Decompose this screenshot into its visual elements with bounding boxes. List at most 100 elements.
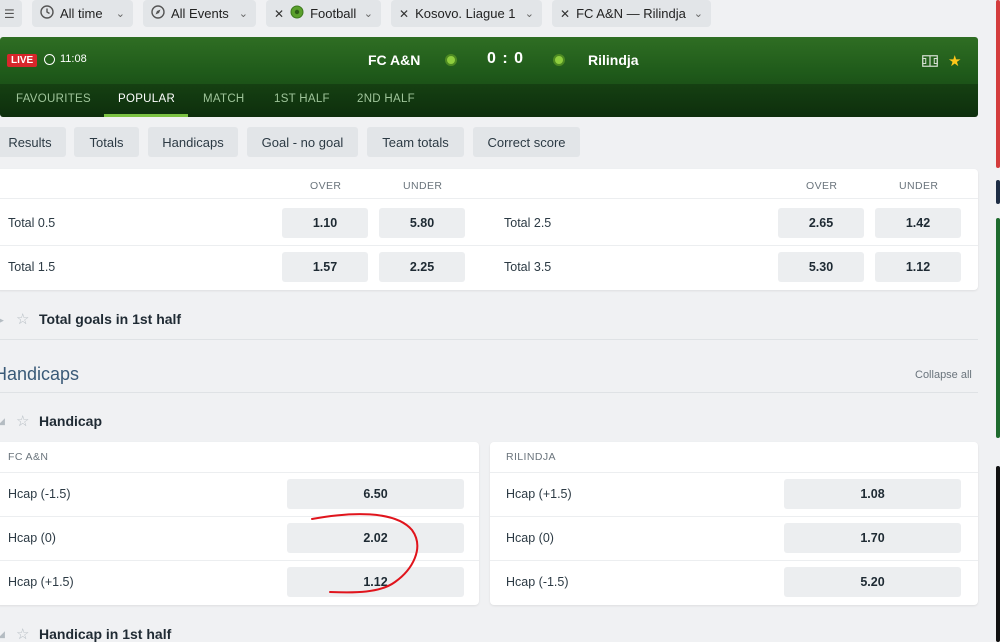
clock-icon [44,53,55,65]
remove-filter-icon[interactable]: ✕ [274,7,284,21]
odds-button[interactable]: 6.50 [287,479,464,509]
football-icon [290,5,304,22]
collapse-arrow-icon[interactable]: ◢ [0,629,5,640]
tab-2nd-half[interactable]: 2ND HALF [357,93,415,105]
odds-button-over[interactable]: 5.30 [778,252,864,282]
handicap-row-label: Hcap (+1.5) [8,575,74,589]
handicap-row-label: Hcap (0) [506,531,554,545]
over-column-header: OVER [806,180,838,192]
odds-button-over[interactable]: 1.57 [282,252,368,282]
time-filter-label: All time [60,6,103,21]
odds-button-over[interactable]: 2.65 [778,208,864,238]
tab-favourites[interactable]: FAVOURITES [16,93,91,105]
scroll-accent [996,0,1000,168]
away-team-indicator-icon [553,54,565,66]
favourite-star-icon[interactable]: ☆ [16,310,29,328]
field-icon[interactable] [922,55,938,67]
live-badge: LIVE [7,54,38,67]
expand-arrow-icon[interactable]: ▶ [0,315,4,326]
odds-button[interactable]: 2.02 [287,523,464,553]
away-team-name: Rilindja [588,52,639,68]
divider [0,516,479,517]
market-button-results[interactable]: Results [0,127,66,157]
market-title-handicap-1st-half[interactable]: Handicap in 1st half [39,626,171,642]
away-team-header: RILINDJA [506,451,556,463]
settings-filter-button[interactable]: ☰ [0,0,22,27]
events-filter-dropdown[interactable]: All Events ⌄ [143,0,256,27]
under-column-header: UNDER [899,180,939,192]
divider [0,560,479,561]
odds-button[interactable]: 5.20 [784,567,961,597]
odds-button[interactable]: 1.08 [784,479,961,509]
home-team-indicator-icon [445,54,457,66]
odds-button[interactable]: 1.12 [287,567,464,597]
odds-button[interactable]: 1.70 [784,523,961,553]
clock-icon [40,5,54,22]
over-column-header: OVER [310,180,342,192]
remove-filter-icon[interactable]: ✕ [399,7,409,21]
odds-button-over[interactable]: 1.10 [282,208,368,238]
market-button-team-totals[interactable]: Team totals [367,127,464,157]
favourite-star-icon[interactable]: ☆ [16,412,29,430]
compass-icon [151,5,165,22]
scroll-accent [996,466,1000,642]
divider [490,516,978,517]
market-title-total-goals-1st-half[interactable]: Total goals in 1st half [39,311,181,327]
under-column-header: UNDER [403,180,443,192]
odds-button-under[interactable]: 1.42 [875,208,961,238]
home-team-name: FC A&N [368,52,421,68]
chevron-down-icon: ⌄ [238,8,248,20]
sport-filter-chip[interactable]: ✕ Football ⌄ [266,0,381,27]
favourite-star-icon[interactable]: ★ [948,52,961,70]
section-title-handicaps: Handicaps [0,364,80,384]
sliders-icon: ☰ [4,6,15,21]
tab-popular[interactable]: POPULAR [118,93,175,105]
market-button-totals[interactable]: Totals [74,127,139,157]
totals-row-label: Total 3.5 [504,260,552,274]
active-tab-indicator [104,114,188,117]
market-button-handicaps[interactable]: Handicaps [148,127,238,157]
scroll-accent [996,218,1000,438]
chevron-down-icon: ⌄ [115,8,125,20]
odds-button-under[interactable]: 1.12 [875,252,961,282]
match-filter-label: FC A&N — Rilindja [576,6,686,21]
market-button-correct-score[interactable]: Correct score [473,127,580,157]
scroll-accent [996,180,1000,204]
odds-button-under[interactable]: 2.25 [379,252,465,282]
odds-button-under[interactable]: 5.80 [379,208,465,238]
filter-bar: ☰ All time ⌄ All Events ⌄ ✕ Football ⌄ ✕… [0,0,1000,28]
handicap-row-label: Hcap (-1.5) [506,575,569,589]
market-button-goal-no-goal[interactable]: Goal - no goal [247,127,358,157]
market-tabs: FAVOURITES POPULAR MATCH 1ST HALF 2ND HA… [0,84,978,117]
time-filter-dropdown[interactable]: All time ⌄ [32,0,133,27]
totals-row-label: Total 2.5 [504,216,552,230]
scoreboard: LIVE 11:08 FC A&N 0 : 0 Rilindja [0,37,978,84]
collapse-all-link[interactable]: Collapse all [915,369,972,381]
tab-match[interactable]: MATCH [203,93,245,105]
divider [0,198,978,199]
totals-row-label: Total 1.5 [8,260,56,274]
remove-filter-icon[interactable]: ✕ [560,7,570,21]
handicap-row-label: Hcap (0) [8,531,56,545]
divider [0,339,978,340]
chevron-down-icon: ⌄ [363,8,373,20]
divider [0,245,978,246]
match-header: LIVE 11:08 FC A&N 0 : 0 Rilindja FAVOURI… [0,37,978,117]
handicap-row-label: Hcap (-1.5) [8,487,71,501]
match-time: 11:08 [60,53,87,65]
divider [0,392,978,393]
league-filter-label: Kosovo. Liague 1 [415,6,516,21]
match-score: 0 : 0 [487,50,525,67]
league-filter-chip[interactable]: ✕ Kosovo. Liague 1 ⌄ [391,0,542,27]
match-filter-chip[interactable]: ✕ FC A&N — Rilindja ⌄ [552,0,711,27]
events-filter-label: All Events [171,6,229,21]
collapse-arrow-icon[interactable]: ◢ [0,416,5,427]
tab-1st-half[interactable]: 1ST HALF [274,93,330,105]
match-clock: 11:08 [44,53,87,65]
handicap-row-label: Hcap (+1.5) [506,487,572,501]
totals-row-label: Total 0.5 [8,216,56,230]
favourite-star-icon[interactable]: ☆ [16,625,29,642]
home-team-header: FC A&N [8,451,49,463]
chevron-down-icon: ⌄ [524,8,534,20]
market-title-handicap[interactable]: Handicap [39,413,102,429]
